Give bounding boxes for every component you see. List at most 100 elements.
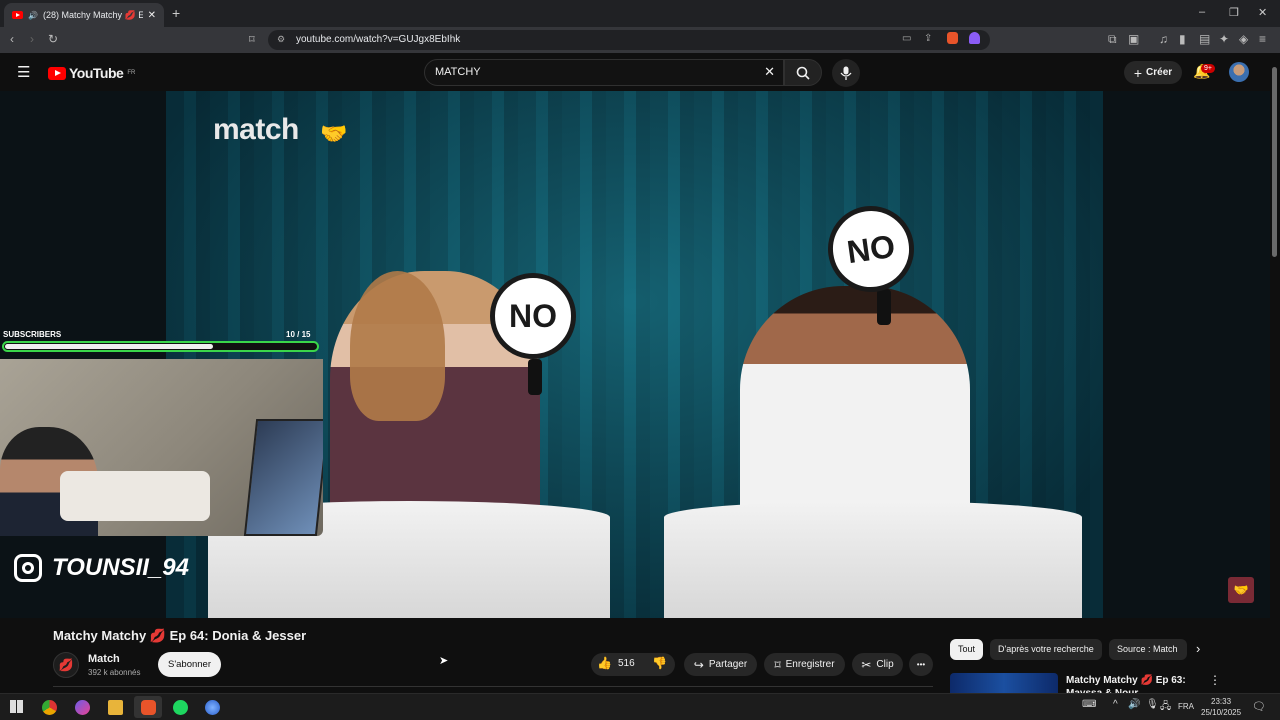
wallet-icon[interactable]: ▤ xyxy=(1199,32,1210,46)
close-tab-icon[interactable]: ✕ xyxy=(148,10,156,21)
app-globe-icon[interactable] xyxy=(205,700,220,715)
subscriber-goal-label: SUBSCRIBERS xyxy=(3,330,62,339)
browser-toolbar: ‹ › ↻ ⌑ ⚙ youtube.com/watch?v=GUJgx8EbIh… xyxy=(0,27,1280,53)
video-player[interactable]: NO NO match 🤝 SUBSCRIBERS 10 / 15 TOUNSI… xyxy=(0,91,1270,618)
share-button[interactable]: ↪ Partager xyxy=(684,653,757,676)
recommendation-menu-icon[interactable]: ⋮ xyxy=(1209,673,1221,687)
search-value: MATCHY xyxy=(435,66,481,78)
youtube-logo[interactable]: YouTube FR xyxy=(48,65,135,81)
clip-button[interactable]: ✂ Clip xyxy=(852,653,903,676)
site-info-icon[interactable]: ⚙ xyxy=(277,34,285,45)
search-input[interactable]: MATCHY ✕ xyxy=(424,59,784,86)
scissors-icon: ✂ xyxy=(861,657,872,672)
minimize-button[interactable]: – xyxy=(1199,6,1205,18)
clear-search-icon[interactable]: ✕ xyxy=(764,64,775,80)
thumbs-up-icon: 👍 xyxy=(597,656,612,670)
save-bookmark-icon: ⌑ xyxy=(774,657,781,672)
youtube-play-icon xyxy=(48,66,66,80)
chips-next-chevron-icon[interactable]: › xyxy=(1196,641,1200,656)
brave-rewards-icon[interactable] xyxy=(969,32,980,44)
speaker-icon[interactable]: 🔊 xyxy=(28,11,38,20)
new-tab-button[interactable]: + xyxy=(172,5,180,21)
close-window-button[interactable]: ✕ xyxy=(1258,6,1267,19)
hamburger-menu-icon[interactable]: ☰ xyxy=(17,63,30,81)
channel-watermark-icon[interactable]: 🤝 xyxy=(1228,577,1254,603)
handshake-icon: 🤝 xyxy=(320,121,348,146)
channel-name[interactable]: Match xyxy=(88,653,120,665)
browser-tab[interactable]: 🔊 (28) Matchy Matchy 💋 Ep 64: Donia & Je… xyxy=(4,3,164,27)
url-text: youtube.com/watch?v=GUJgx8EbIhk xyxy=(296,34,461,45)
back-icon[interactable]: ‹ xyxy=(10,32,14,46)
restore-button[interactable]: ❐ xyxy=(1229,6,1239,19)
like-button[interactable]: 👍 516 xyxy=(597,656,635,670)
notification-center-icon[interactable]: 🗨 xyxy=(1252,700,1266,713)
subscriber-goal-count: 10 / 15 xyxy=(286,330,311,339)
clock-date: 25/10/2025 xyxy=(1201,708,1242,717)
network-icon[interactable]: 🖧 xyxy=(1160,699,1171,716)
search-button[interactable] xyxy=(784,59,822,86)
notification-count-badge: 9+ xyxy=(1201,64,1215,73)
chip-source-match[interactable]: Source : Match xyxy=(1109,639,1187,660)
channel-subscriber-count: 392 k abonnés xyxy=(88,668,141,677)
windows-taskbar: ⌨ ^ 🔊 🎙 🖧 FRA 23:33 25/10/2025 🗨 xyxy=(0,693,1280,720)
page-scrollbar[interactable] xyxy=(1270,53,1280,693)
woman-hair xyxy=(350,271,445,421)
chrome-canary-icon[interactable] xyxy=(42,700,57,715)
tray-chevron-icon[interactable]: ^ xyxy=(1113,699,1118,710)
recommendation-thumbnail[interactable] xyxy=(950,673,1058,693)
subscriber-goal-fill xyxy=(5,344,214,349)
file-explorer-icon[interactable] xyxy=(108,700,123,715)
scrollbar-thumb[interactable] xyxy=(1272,67,1277,257)
account-avatar[interactable] xyxy=(1229,62,1249,82)
extensions-icon[interactable]: ⧉ xyxy=(1108,32,1117,47)
share-arrow-icon: ↪ xyxy=(693,657,704,672)
sign-handle xyxy=(528,359,542,395)
share-icon[interactable]: ⇪ xyxy=(924,33,932,44)
like-count: 516 xyxy=(617,657,635,669)
tray-mic-icon[interactable]: 🎙 xyxy=(1146,699,1159,710)
country-code: FR xyxy=(127,70,136,76)
menu-icon[interactable]: ≡ xyxy=(1259,32,1266,46)
forward-icon[interactable]: › xyxy=(30,32,34,46)
language-indicator[interactable]: FRA xyxy=(1178,702,1194,711)
microphone-icon xyxy=(840,66,852,80)
clock[interactable]: 23:33 25/10/2025 xyxy=(1201,696,1241,718)
more-actions-button[interactable]: ••• xyxy=(909,653,933,676)
screenshot-icon[interactable]: ▣ xyxy=(1128,32,1139,46)
sidebar-icon[interactable]: ▮ xyxy=(1179,32,1186,46)
channel-avatar[interactable]: 💋 xyxy=(53,652,79,678)
dislike-button[interactable]: 👎 xyxy=(652,656,667,670)
volume-icon[interactable]: 🔊 xyxy=(1128,699,1140,710)
windows-start-icon[interactable] xyxy=(10,700,23,713)
chip-all[interactable]: Tout xyxy=(950,639,984,660)
instagram-icon xyxy=(14,554,42,582)
right-table xyxy=(664,501,1082,618)
create-button[interactable]: + Créer xyxy=(1124,61,1182,84)
spotify-icon[interactable] xyxy=(173,700,188,715)
search-icon xyxy=(796,66,810,80)
brand-logo: match xyxy=(213,113,299,146)
thumbs-down-icon: 👎 xyxy=(652,656,667,670)
save-button[interactable]: ⌑ Enregistrer xyxy=(764,653,845,676)
address-bar[interactable]: ⚙ youtube.com/watch?v=GUJgx8EbIhk ▭ ⇪ xyxy=(268,30,990,50)
clock-time: 23:33 xyxy=(1211,697,1232,706)
reload-icon[interactable]: ↻ xyxy=(48,32,58,46)
divider xyxy=(53,686,933,687)
cast-icon[interactable]: ▭ xyxy=(902,33,911,44)
tab-title: (28) Matchy Matchy 💋 Ep 64: Donia & Jess… xyxy=(42,9,143,20)
music-icon[interactable]: ♫ xyxy=(1159,32,1168,46)
man-figure xyxy=(740,286,970,516)
webcam-overlay xyxy=(0,359,323,536)
leo-ai-icon[interactable]: ✦ xyxy=(1219,32,1229,46)
voice-search-button[interactable] xyxy=(832,59,860,87)
messenger-icon[interactable] xyxy=(75,700,90,715)
vpn-icon[interactable]: ◈ xyxy=(1239,32,1248,46)
bookmark-icon[interactable]: ⌑ xyxy=(249,33,255,46)
keyboard-icon[interactable]: ⌨ xyxy=(1082,699,1096,710)
brave-browser-icon[interactable] xyxy=(141,700,156,715)
chip-related-search[interactable]: D'après votre recherche xyxy=(990,639,1102,660)
recommendation-title[interactable]: Matchy Matchy 💋 Ep 63: Mayssa & Nour xyxy=(1066,674,1191,693)
brave-shield-icon[interactable] xyxy=(947,32,958,44)
subscribe-button[interactable]: S'abonner xyxy=(158,652,221,677)
youtube-header: ☰ YouTube FR MATCHY ✕ + Créer 🔔 9+ xyxy=(0,53,1280,91)
